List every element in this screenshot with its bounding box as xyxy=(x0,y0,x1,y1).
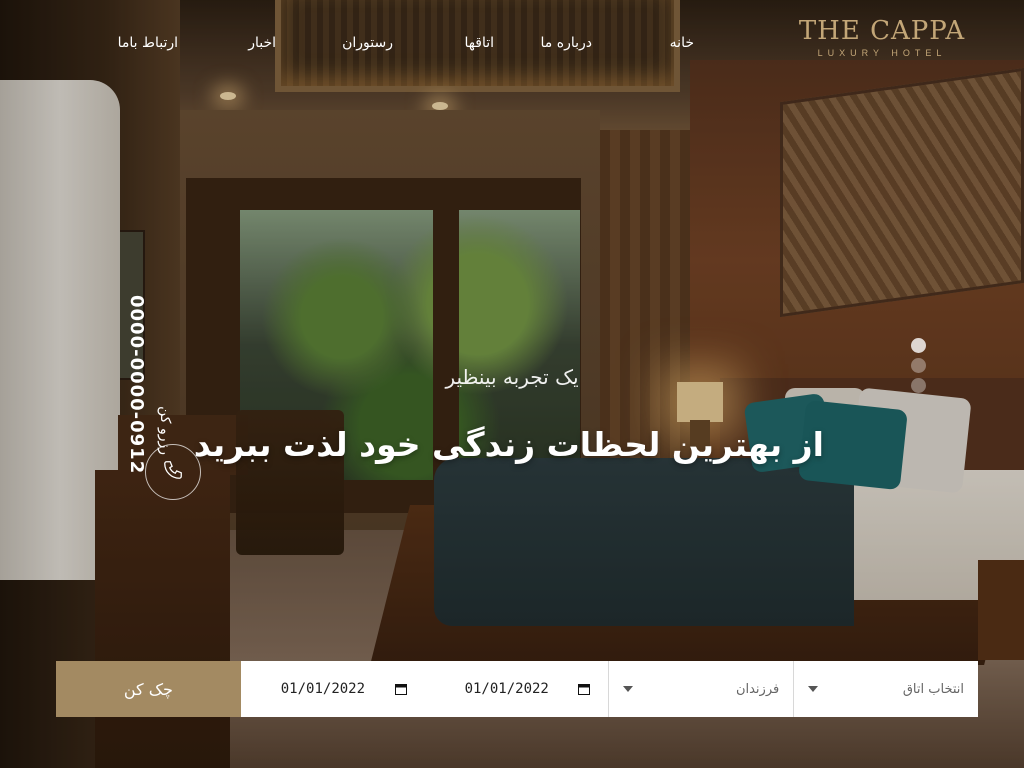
room-placeholder: انتخاب اتاق xyxy=(902,681,964,697)
check-availability-button[interactable]: چک کن xyxy=(56,661,241,717)
hero-title: از بهترین لحظات زندگی خود لذت ببرید xyxy=(193,425,824,464)
brand-name: THE CAPPA xyxy=(798,16,966,46)
nav-item-about[interactable]: درباره ما xyxy=(541,35,592,51)
reserve-label: رزرو کن xyxy=(157,406,173,455)
booking-bar: چک کن 01/01/2022 01/01/2022 فرزندان انتخ… xyxy=(56,661,978,717)
nav-item-news[interactable]: اخبار xyxy=(248,35,276,51)
phone-number[interactable]: 0000-0000-0912 xyxy=(126,295,147,474)
room-select[interactable]: انتخاب اتاق xyxy=(793,661,978,717)
main-nav: خانه درباره ما اتاقها رستوران اخبار ارتب… xyxy=(110,35,710,55)
check-in-value: 01/01/2022 xyxy=(280,681,366,697)
nav-item-restaurant[interactable]: رستوران xyxy=(342,35,393,51)
chevron-down-icon xyxy=(808,686,819,692)
nav-item-rooms[interactable]: اتاقها xyxy=(465,35,494,51)
nav-item-home[interactable]: خانه xyxy=(670,35,694,51)
slider-dot-3[interactable] xyxy=(911,378,926,393)
slider-dots xyxy=(911,338,929,398)
check-in-date-field[interactable]: 01/01/2022 xyxy=(240,661,425,717)
phone-icon xyxy=(162,459,184,485)
brand-tagline: LUXURY HOTEL xyxy=(817,48,947,58)
calendar-icon[interactable] xyxy=(578,683,591,695)
check-out-value: 01/01/2022 xyxy=(464,681,549,697)
children-select[interactable]: فرزندان xyxy=(608,661,794,717)
hero-subtitle: یک تجربه بینظیر xyxy=(445,365,579,389)
slider-dot-1[interactable] xyxy=(911,338,926,353)
calendar-icon[interactable] xyxy=(394,683,407,695)
nav-item-contact[interactable]: ارتباط باما xyxy=(118,35,178,51)
brand-logo[interactable]: THE CAPPA LUXURY HOTEL xyxy=(790,16,974,58)
check-out-date-field[interactable]: 01/01/2022 xyxy=(424,661,609,717)
children-placeholder: فرزندان xyxy=(735,681,780,697)
slider-dot-2[interactable] xyxy=(911,358,926,373)
chevron-down-icon xyxy=(623,686,634,692)
call-button[interactable] xyxy=(145,444,201,500)
